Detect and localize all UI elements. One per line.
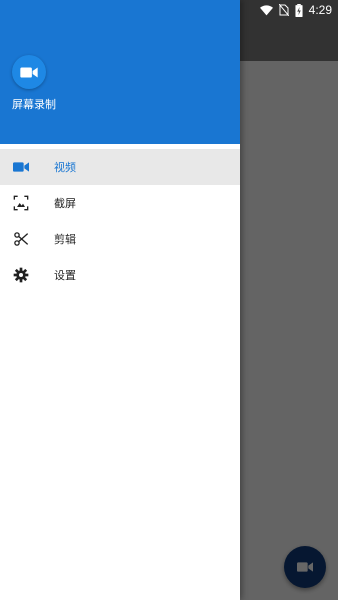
menu-item-label: 截屏	[54, 197, 76, 210]
navigation-drawer: 屏幕录制 视频 截屏 剪辑 设置	[0, 0, 240, 600]
wifi-icon	[259, 4, 273, 15]
menu-item-label: 设置	[54, 269, 76, 282]
video-camera-icon	[11, 157, 31, 177]
status-time: 4:29	[308, 3, 332, 17]
gear-icon	[11, 265, 31, 285]
app-name: 屏幕录制	[12, 98, 56, 111]
menu-item-video[interactable]: 视频	[0, 149, 240, 185]
video-camera-icon	[20, 66, 38, 78]
no-sim-icon	[278, 4, 289, 16]
menu-item-edit[interactable]: 剪辑	[0, 221, 240, 257]
drawer-menu: 视频 截屏 剪辑 设置	[0, 149, 240, 293]
screen: 4:29 屏幕录制 视频 截屏 剪辑 设置	[0, 0, 338, 600]
scissors-icon	[11, 229, 31, 249]
drawer-header: 屏幕录制	[0, 0, 240, 144]
battery-charging-icon	[295, 3, 303, 17]
menu-item-screenshot[interactable]: 截屏	[0, 185, 240, 221]
app-logo	[12, 55, 46, 89]
menu-item-settings[interactable]: 设置	[0, 257, 240, 293]
menu-item-label: 剪辑	[54, 233, 76, 246]
screenshot-icon	[11, 193, 31, 213]
menu-item-label: 视频	[54, 161, 76, 174]
status-bar: 4:29	[240, 0, 338, 20]
